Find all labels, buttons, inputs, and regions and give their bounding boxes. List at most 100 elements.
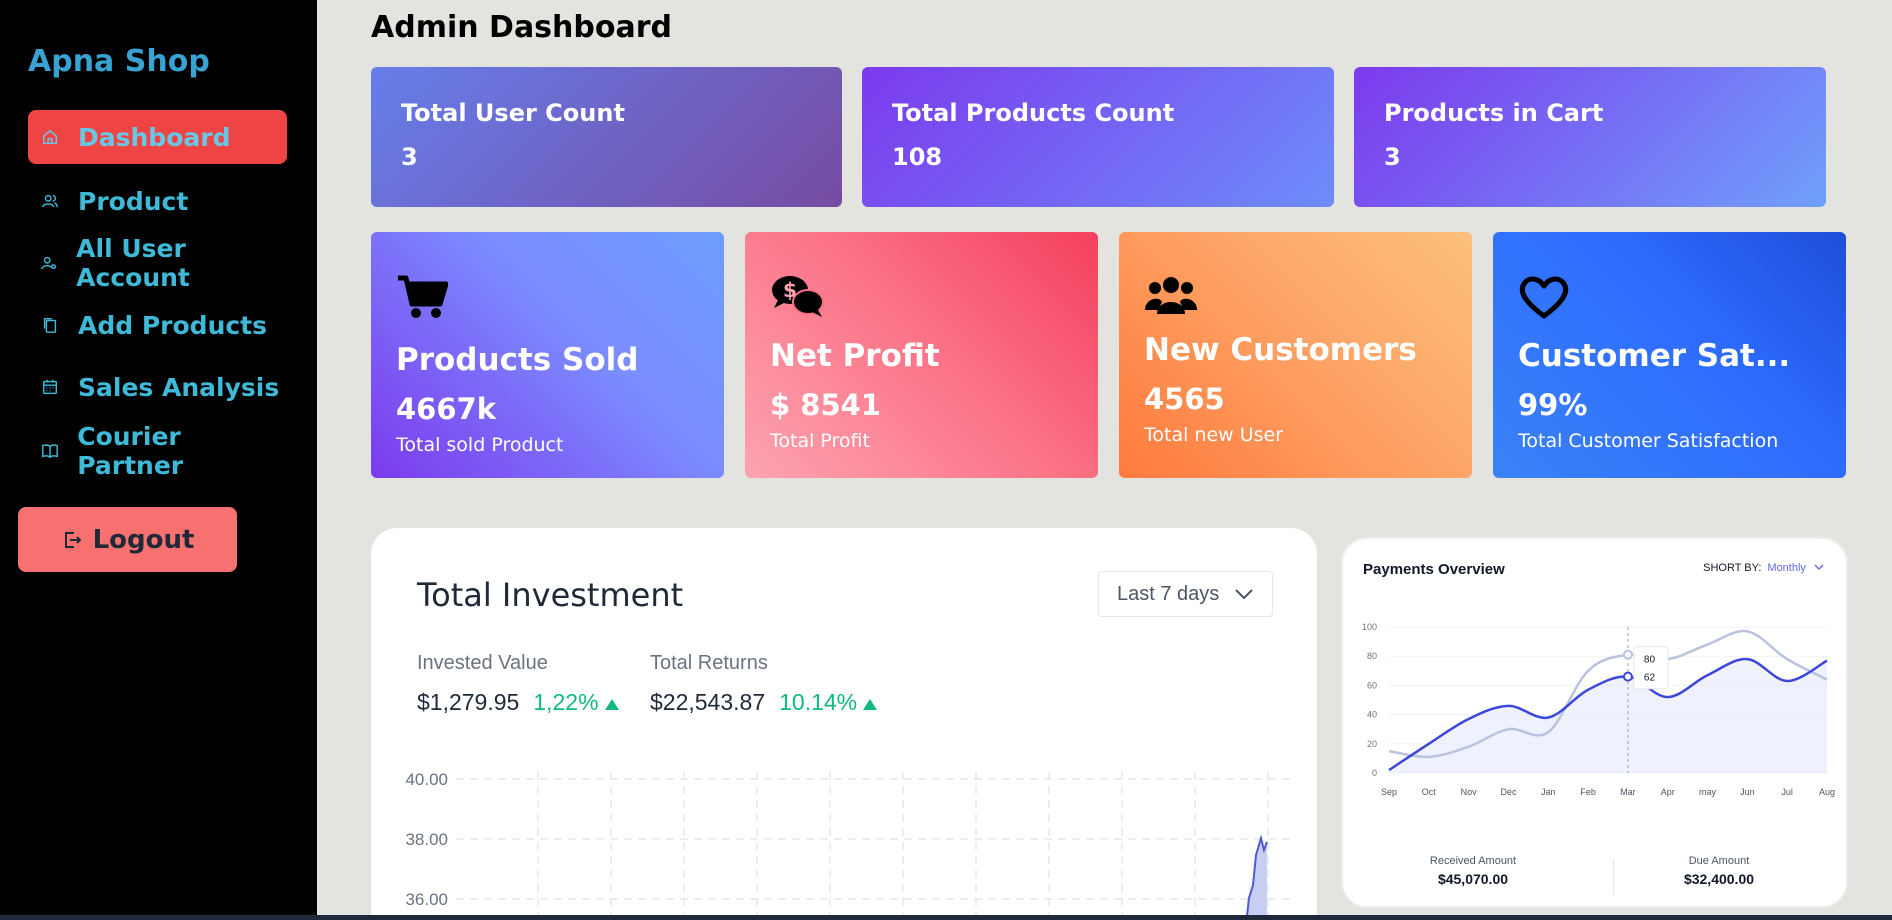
customer-satisfaction-card[interactable]: Customer Sat... 99% Total Customer Satis…	[1493, 232, 1846, 478]
y-tick-label: 60	[1367, 680, 1377, 690]
y-tick-label: 0	[1372, 768, 1377, 778]
book-icon	[40, 441, 59, 461]
sidebar-item-label: Courier Partner	[77, 422, 184, 480]
stat-label: Net Profit	[770, 338, 940, 374]
metric-label: Total Returns	[650, 652, 768, 674]
stat-label: New Customers	[1144, 332, 1417, 368]
x-tick-label: Sep	[1381, 787, 1397, 797]
due-amount-summary: Due Amount $32,400.00	[1599, 855, 1839, 887]
payments-title: Payments Overview	[1363, 561, 1505, 578]
card-value: 3	[401, 143, 418, 171]
x-tick-label: Dec	[1500, 787, 1517, 797]
metric-value: $1,279.95	[417, 689, 520, 715]
investment-area	[1246, 838, 1267, 920]
y-tick-label: 38.00	[405, 830, 448, 849]
y-tick-label: 80	[1367, 651, 1377, 661]
home-icon	[40, 127, 60, 147]
stat-label: Products Sold	[396, 342, 639, 378]
summary-value: $32,400.00	[1683, 871, 1755, 887]
window-bottom-edge	[0, 915, 1892, 920]
x-tick-label: Mar	[1620, 787, 1636, 797]
products-sold-card[interactable]: Products Sold 4667k Total sold Product	[371, 232, 724, 478]
y-tick-label: 40	[1367, 710, 1377, 720]
sidebar-item-all-user-account[interactable]: All User Account	[28, 234, 287, 292]
user-settings-icon	[40, 253, 58, 273]
total-returns-metric: Total Returns $22,543.87 10.14%	[650, 652, 878, 716]
chevron-down-icon	[1814, 564, 1824, 570]
sidebar-item-add-products[interactable]: Add Products	[28, 298, 287, 352]
total-products-count-card[interactable]: Total Products Count 108	[862, 67, 1334, 207]
stat-sub: Total sold Product	[396, 434, 564, 456]
card-label: Total Products Count	[892, 99, 1175, 127]
summary-value: $45,070.00	[1437, 871, 1509, 887]
y-tick-label: 36.00	[405, 890, 448, 909]
copy-icon	[40, 315, 60, 335]
sidebar-item-courier-partner[interactable]: Courier Partner	[28, 422, 287, 480]
stat-value: $ 8541	[770, 388, 881, 422]
sort-label: SHORT BY:	[1703, 562, 1762, 574]
logout-button[interactable]: Logout	[18, 507, 237, 572]
heart-icon	[1518, 274, 1821, 324]
x-tick-label: Jul	[1781, 787, 1793, 797]
products-in-cart-card[interactable]: Products in Cart 3	[1354, 67, 1826, 207]
stat-value: 99%	[1518, 388, 1588, 422]
hover-point-received	[1622, 671, 1633, 682]
range-select-value: Last 7 days	[1117, 582, 1220, 605]
summary-label: Received Amount	[1429, 855, 1517, 867]
new-customers-card[interactable]: New Customers 4565 Total new User	[1119, 232, 1472, 478]
metric-label: Invested Value	[417, 652, 548, 674]
investment-chart: 40.00 38.00 36.00	[405, 770, 1296, 920]
sidebar-item-dashboard[interactable]: Dashboard	[28, 110, 287, 164]
sort-by-select[interactable]: SHORT BY: Monthly	[1703, 562, 1824, 574]
card-value: 108	[892, 143, 943, 171]
sidebar: Apna Shop Dashboard Product All User Acc…	[0, 0, 317, 920]
x-tick-label: Nov	[1461, 787, 1478, 797]
page-title: Admin Dashboard	[371, 10, 672, 45]
tooltip-value-due: 80	[1644, 655, 1656, 666]
total-investment-panel: Total Investment Last 7 days Invested Va…	[371, 528, 1317, 920]
x-tick-label: Feb	[1580, 787, 1596, 797]
received-area	[1389, 659, 1827, 773]
hover-point-due	[1622, 649, 1633, 660]
x-tick-label: Jun	[1740, 787, 1755, 797]
total-user-count-card[interactable]: Total User Count 3	[371, 67, 842, 207]
cart-icon	[396, 274, 699, 324]
x-tick-label: may	[1699, 787, 1717, 797]
card-label: Products in Cart	[1384, 99, 1604, 127]
net-profit-card[interactable]: $ Net Profit $ 8541 Total Profit	[745, 232, 1098, 478]
users-group-icon	[1144, 274, 1447, 324]
range-select[interactable]: Last 7 days	[1098, 571, 1273, 617]
card-label: Total User Count	[401, 99, 625, 127]
brand-logo[interactable]: Apna Shop	[28, 44, 210, 79]
payments-chart: 0 20 40 60 80 100 Sep Oct Nov Dec Jan Feb Mar Apr may…	[1362, 622, 1835, 797]
metric-value: $22,543.87	[650, 689, 766, 715]
sidebar-item-label: Sales Analysis	[78, 372, 280, 402]
chevron-down-icon	[1235, 589, 1253, 600]
stat-sub: Total Customer Satisfaction	[1518, 430, 1779, 452]
logout-icon	[64, 531, 81, 548]
y-tick-label: 100	[1362, 622, 1377, 632]
sidebar-item-sales-analysis[interactable]: Sales Analysis	[28, 360, 287, 414]
y-tick-label: 20	[1367, 739, 1377, 749]
metric-percent: 1,22%	[533, 689, 599, 715]
stat-sub: Total Profit	[770, 430, 870, 452]
svg-text:$: $	[783, 278, 797, 302]
up-arrow-icon	[604, 699, 619, 710]
x-tick-label: Apr	[1661, 787, 1675, 797]
investment-title: Total Investment	[417, 576, 684, 614]
x-tick-label: Oct	[1422, 787, 1437, 797]
y-tick-label: 40.00	[405, 770, 448, 789]
sidebar-item-label: Add Products	[78, 310, 268, 340]
metric-percent: 10.14%	[779, 689, 858, 715]
payments-overview-panel: Payments Overview SHORT BY: Monthly 0 20 40…	[1341, 537, 1848, 908]
summary-label: Due Amount	[1688, 855, 1750, 867]
logout-label: Logout	[92, 524, 195, 555]
stat-value: 4667k	[396, 392, 496, 426]
up-arrow-icon	[863, 699, 878, 710]
invested-value-metric: Invested Value $1,279.95 1,22%	[417, 652, 619, 716]
money-chat-icon: $	[770, 274, 1073, 324]
tooltip-value-received: 62	[1644, 673, 1656, 684]
received-amount-summary: Received Amount $45,070.00	[1353, 855, 1593, 887]
sidebar-item-product[interactable]: Product	[28, 174, 287, 228]
sidebar-item-label: Product	[78, 186, 189, 216]
